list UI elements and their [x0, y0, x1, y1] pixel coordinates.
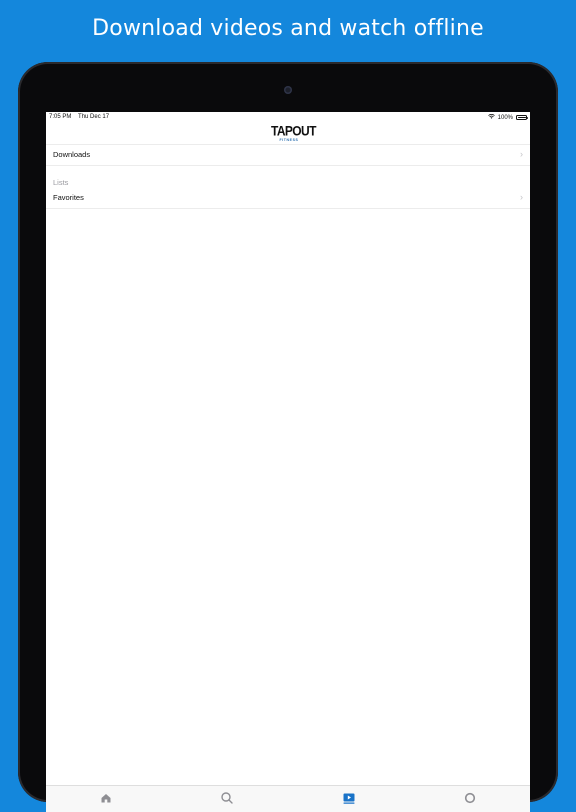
- search-icon: [220, 791, 234, 805]
- logo-wordmark: TAPOUT: [271, 122, 316, 139]
- favorites-label: Favorites: [53, 193, 84, 202]
- tab-bar: [46, 785, 530, 812]
- chevron-right-icon: ›: [520, 192, 523, 202]
- app-screen: 7:05 PM Thu Dec 17 100% TAPOUT FITNESS D…: [46, 112, 530, 812]
- tapout-logo: TAPOUT FITNESS: [271, 122, 316, 144]
- tab-profile[interactable]: [463, 791, 477, 805]
- battery-level: [517, 116, 526, 119]
- downloads-label: Downloads: [53, 150, 91, 159]
- battery-percent: 100%: [497, 114, 513, 121]
- favorites-row[interactable]: Favorites ›: [46, 187, 530, 209]
- camera-dot: [284, 86, 292, 94]
- video-library-icon: [342, 791, 356, 805]
- tab-search[interactable]: [220, 791, 234, 805]
- navigation-bar: TAPOUT FITNESS: [46, 122, 530, 145]
- home-icon: [99, 791, 113, 805]
- profile-icon: [463, 791, 477, 805]
- battery-icon: [516, 115, 528, 120]
- status-time: 7:05 PM: [49, 114, 72, 120]
- tablet-frame: 7:05 PM Thu Dec 17 100% TAPOUT FITNESS D…: [18, 62, 558, 812]
- downloads-row[interactable]: Downloads ›: [46, 144, 530, 166]
- tab-library[interactable]: [342, 791, 356, 805]
- status-date: Thu Dec 17: [78, 114, 110, 120]
- chevron-right-icon: ›: [520, 149, 523, 159]
- wifi-icon: [487, 113, 495, 121]
- banner-headline: Download videos and watch offline: [92, 16, 484, 41]
- lists-section-header: Lists: [53, 178, 69, 187]
- tab-home[interactable]: [99, 791, 113, 805]
